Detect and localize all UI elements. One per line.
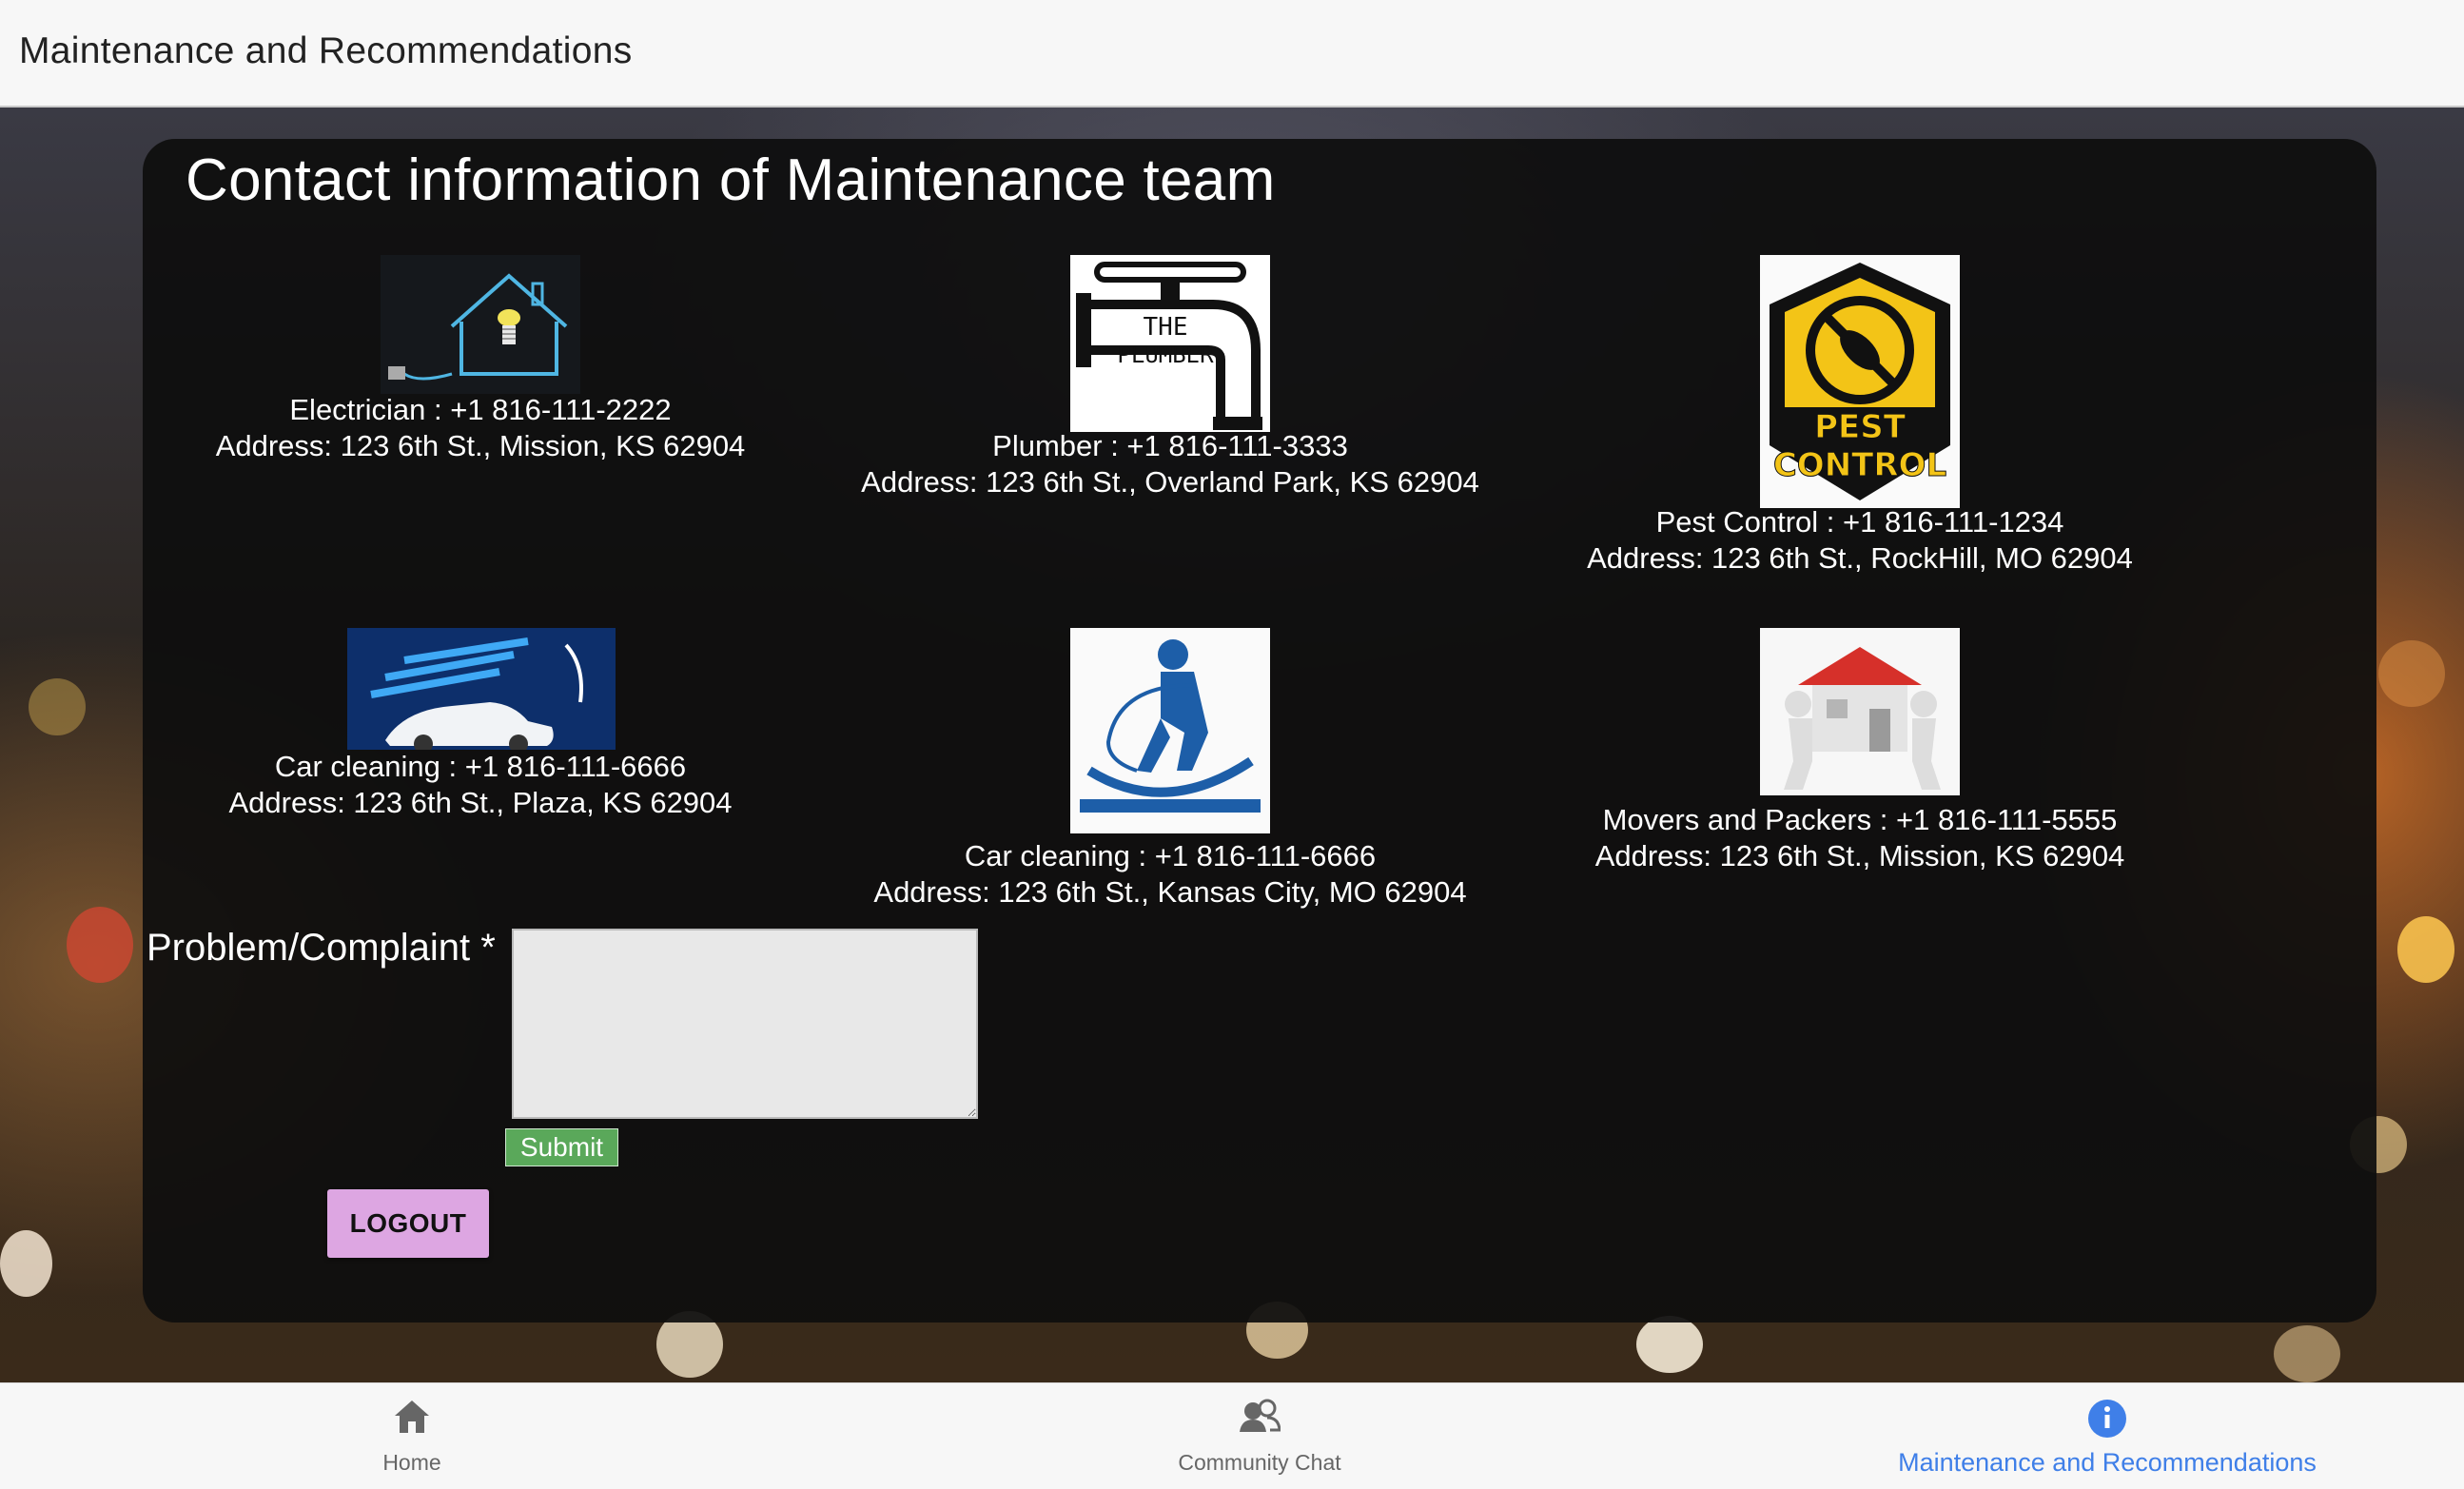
page-title: Maintenance and Recommendations — [19, 30, 633, 71]
svg-text:PLUMBER: PLUMBER — [1117, 342, 1214, 368]
complaint-textarea[interactable] — [512, 929, 978, 1119]
contact-name-phone: Electrician : +1 816-111-2222 — [289, 393, 672, 426]
logout-button[interactable]: LOGOUT — [327, 1189, 489, 1258]
contact-address: Address: 123 6th St., RockHill, MO 62904 — [1587, 541, 2133, 575]
floor-cleaning-image — [1070, 628, 1270, 833]
nav-item-community-chat[interactable]: Community Chat — [1117, 1383, 1402, 1489]
electrician-image — [381, 255, 580, 394]
contact-electrician: Electrician : +1 816-111-2222 Address: 1… — [195, 392, 766, 464]
nav-label-maintenance: Maintenance and Recommendations — [1898, 1448, 2317, 1477]
contact-pest-control: Pest Control : +1 816-111-1234 Address: … — [1527, 504, 2193, 577]
contact-name-phone: Car cleaning : +1 816-111-6666 — [964, 839, 1377, 872]
community-chat-icon — [1239, 1399, 1281, 1440]
nav-label-home: Home — [382, 1450, 441, 1475]
contact-car-cleaning-1: Car cleaning : +1 816-111-6666 Address: … — [195, 749, 766, 821]
contact-name-phone: Car cleaning : +1 816-111-6666 — [274, 750, 687, 783]
car-wash-image — [347, 628, 616, 750]
home-icon — [393, 1399, 431, 1440]
pest-control-logo-image: PEST CONTROL — [1760, 255, 1960, 508]
contact-address: Address: 123 6th St., Mission, KS 62904 — [1594, 839, 2125, 872]
maintenance-card: Contact information of Maintenance team … — [143, 139, 2376, 1322]
movers-image — [1760, 628, 1960, 795]
contact-address: Address: 123 6th St., Mission, KS 62904 — [215, 429, 746, 462]
plumber-logo-image: THE PLUMBER — [1070, 255, 1270, 432]
plumber-logo-text: THE — [1144, 313, 1188, 342]
contact-movers-packers: Movers and Packers : +1 816-111-5555 Add… — [1527, 802, 2193, 874]
card-title: Contact information of Maintenance team — [186, 147, 1276, 213]
contact-address: Address: 123 6th St., Overland Park, KS … — [861, 465, 1479, 499]
pest-logo-text: PEST — [1814, 408, 1907, 446]
nav-label-community-chat: Community Chat — [1178, 1450, 1341, 1475]
nav-item-home[interactable]: Home — [317, 1383, 507, 1489]
contact-name-phone: Plumber : +1 816-111-3333 — [992, 429, 1348, 462]
contact-plumber: Plumber : +1 816-111-3333 Address: 123 6… — [837, 428, 1503, 500]
bottom-navigation: Home Community Chat Maintenance and Reco… — [0, 1382, 2464, 1489]
svg-text:CONTROL: CONTROL — [1773, 446, 1946, 484]
submit-button[interactable]: Submit — [505, 1128, 618, 1166]
complaint-label: Problem/Complaint * — [147, 927, 496, 969]
contact-address: Address: 123 6th St., Plaza, KS 62904 — [228, 786, 733, 819]
contact-name-phone: Movers and Packers : +1 816-111-5555 — [1602, 803, 2118, 836]
contact-name-phone: Pest Control : +1 816-111-1234 — [1655, 505, 2064, 539]
app-bar: Maintenance and Recommendations — [0, 0, 2464, 108]
contact-address: Address: 123 6th St., Kansas City, MO 62… — [873, 875, 1467, 909]
contact-car-cleaning-2: Car cleaning : +1 816-111-6666 Address: … — [837, 838, 1503, 911]
info-icon — [2087, 1399, 2127, 1443]
nav-item-maintenance[interactable]: Maintenance and Recommendations — [1855, 1383, 2359, 1489]
